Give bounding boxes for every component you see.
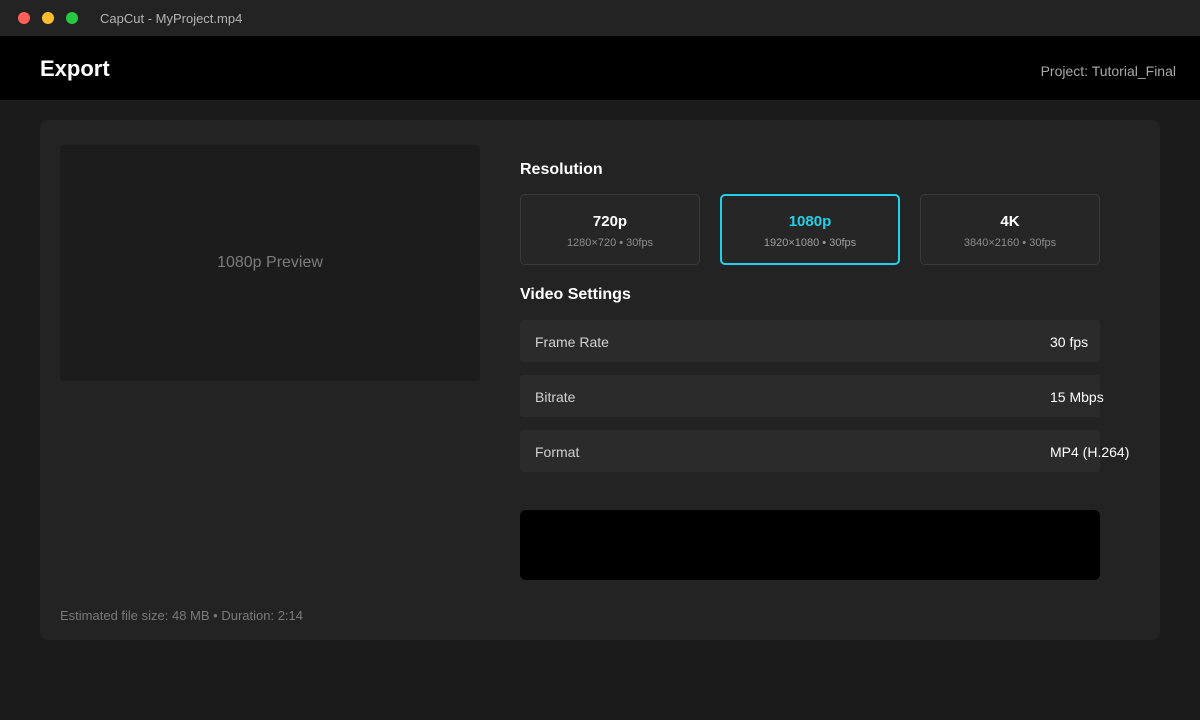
minimize-window-button[interactable] xyxy=(42,12,54,24)
export-header: Export Project: Tutorial_Final xyxy=(0,36,1200,100)
project-name: Project: Tutorial_Final xyxy=(1040,63,1176,79)
format-setting[interactable]: Format MP4 (H.264) xyxy=(520,430,1129,472)
resolution-option-720p[interactable]: 720p 1280×720 • 30fps xyxy=(520,194,700,265)
setting-value: MP4 (H.264) xyxy=(1050,444,1130,460)
resolution-name: 4K xyxy=(1000,213,1020,230)
export-summary: Estimated file size: 48 MB • Duration: 2… xyxy=(60,608,303,623)
video-preview: 1080p Preview xyxy=(60,145,480,381)
setting-value: 30 fps xyxy=(1050,334,1089,350)
video-settings-title: Video Settings xyxy=(520,286,631,303)
setting-value: 15 Mbps xyxy=(1050,389,1104,405)
resolution-name: 720p xyxy=(592,213,628,230)
window-title: CapCut - MyProject.mp4 xyxy=(100,11,243,26)
setting-label: Format xyxy=(535,444,580,460)
resolution-option-4k[interactable]: 4K 3840×2160 • 30fps xyxy=(920,194,1100,265)
resolution-detail: 1280×720 • 30fps xyxy=(566,237,654,249)
title-bar: CapCut - MyProject.mp4 xyxy=(0,0,1200,36)
setting-label: Bitrate xyxy=(535,389,576,405)
preview-label: 1080p Preview xyxy=(217,254,323,271)
frame-rate-setting[interactable]: Frame Rate 30 fps xyxy=(520,320,1100,362)
maximize-window-button[interactable] xyxy=(66,12,78,24)
bitrate-setting[interactable]: Bitrate 15 Mbps xyxy=(520,375,1104,417)
resolution-detail: 1920×1080 • 30fps xyxy=(763,237,857,249)
resolution-name: 1080p xyxy=(788,213,832,230)
resolution-title: Resolution xyxy=(520,161,603,178)
resolution-detail: 3840×2160 • 30fps xyxy=(963,237,1057,249)
export-button[interactable] xyxy=(520,510,1100,580)
close-window-button[interactable] xyxy=(18,12,30,24)
page-title: Export xyxy=(40,56,110,81)
resolution-option-1080p[interactable]: 1080p 1920×1080 • 30fps xyxy=(720,194,900,265)
export-panel: 1080p Preview Resolution 720p 1280×720 •… xyxy=(40,120,1160,640)
setting-label: Frame Rate xyxy=(535,334,609,350)
